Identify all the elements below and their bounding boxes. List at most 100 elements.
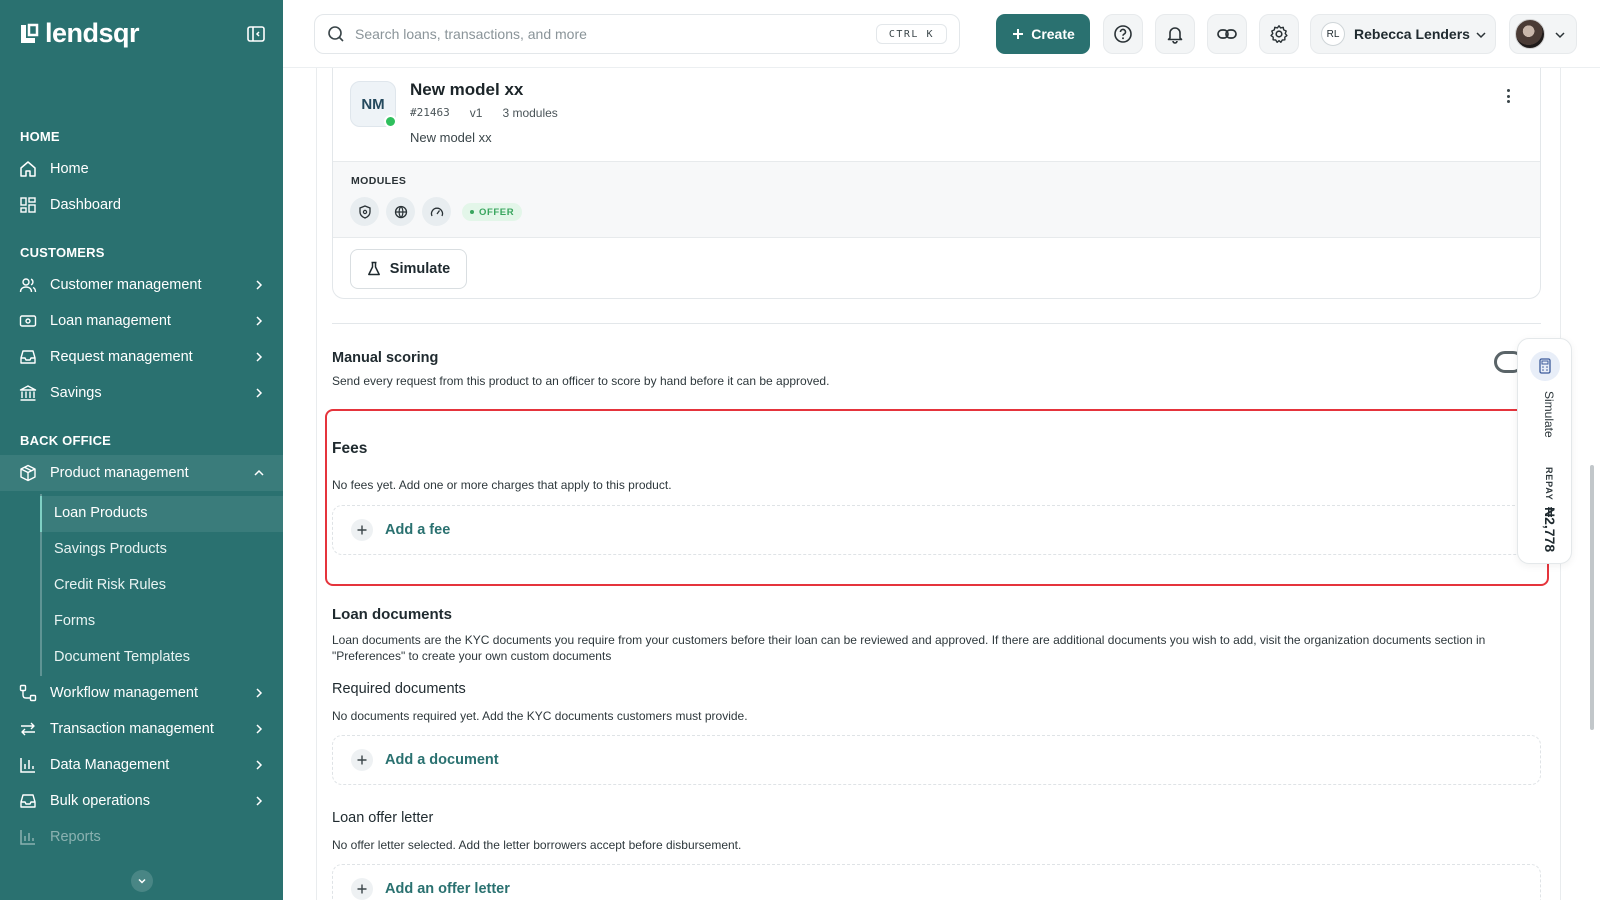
model-modules-count: 3 modules (502, 106, 558, 120)
offer-letter-title: Loan offer letter (332, 810, 434, 826)
dashboard-icon (18, 195, 38, 215)
add-document-button[interactable]: Add a document (332, 735, 1541, 785)
settings-button[interactable] (1259, 14, 1299, 54)
link-icon (1217, 29, 1237, 39)
simulate-button[interactable]: Simulate (350, 249, 467, 289)
loan-documents-description-line2: "Preferences" to create your own custom … (332, 649, 612, 663)
sidebar-item-savings[interactable]: Savings (0, 375, 283, 411)
collapse-sidebar-icon[interactable] (246, 24, 266, 44)
sidebar-subitem-forms[interactable]: Forms (54, 613, 95, 629)
repay-label: REPAY (1544, 467, 1554, 501)
add-offer-letter-label: Add an offer letter (385, 881, 510, 897)
page-scrollbar[interactable] (1590, 465, 1594, 730)
offer-badge: OFFER (462, 203, 523, 221)
help-button[interactable] (1103, 14, 1143, 54)
add-fee-button[interactable]: Add a fee (332, 505, 1541, 555)
bell-icon (1167, 27, 1183, 44)
chevron-right-icon (256, 796, 263, 806)
sidebar: lendsqr HOME Home Dashboard CUSTOMERS Cu… (0, 0, 283, 900)
search-shortcut-hint: CTRL K (875, 24, 947, 44)
offer-badge-label: OFFER (479, 206, 515, 218)
lendsqr-logo[interactable]: lendsqr (19, 18, 140, 49)
sidebar-item-product-management[interactable]: Product management (0, 455, 283, 491)
links-button[interactable] (1207, 14, 1247, 54)
model-version: v1 (469, 106, 483, 120)
section-home: HOME (20, 129, 60, 144)
transfer-icon (18, 719, 38, 739)
sub-nav-active-indicator (40, 496, 42, 532)
sidebar-item-label: Bulk operations (50, 793, 150, 809)
sidebar-item-request-management[interactable]: Request management (0, 339, 283, 375)
user-initials: RL (1321, 22, 1345, 46)
profile-button[interactable] (1509, 14, 1577, 54)
sidebar-subitem-savings-products[interactable]: Savings Products (54, 541, 167, 557)
add-fee-label: Add a fee (385, 522, 451, 538)
bank-icon (18, 383, 38, 403)
chevron-right-icon (256, 280, 263, 290)
required-documents-title: Required documents (332, 681, 466, 697)
scroll-down-button[interactable] (131, 870, 153, 892)
modules-label: MODULES (351, 175, 407, 187)
create-button[interactable]: Create (996, 14, 1090, 54)
offer-dot (470, 210, 474, 214)
shield-icon[interactable] (350, 197, 379, 226)
plus-icon (1013, 29, 1024, 39)
sidebar-item-workflow-management[interactable]: Workflow management (0, 675, 283, 711)
sidebar-item-label: Reports (50, 829, 101, 845)
calculator-icon (1530, 351, 1560, 381)
gauge-icon[interactable] (422, 197, 451, 226)
simulate-panel-label: Simulate (1542, 391, 1556, 438)
chevron-down-icon (1555, 32, 1565, 39)
model-name: New model xx (410, 80, 524, 99)
fees-title: Fees (332, 440, 368, 457)
offer-letter-empty-text: No offer letter selected. Add the letter… (332, 838, 742, 852)
sidebar-item-label: Data Management (50, 757, 170, 773)
user-menu-button[interactable]: RL Rebecca Lenders (1310, 14, 1496, 54)
chevron-down-icon (138, 878, 146, 884)
avatar (1515, 19, 1545, 49)
reports-icon (18, 827, 38, 847)
chevron-right-icon (256, 388, 263, 398)
chevron-right-icon (256, 316, 263, 326)
chevron-up-icon (254, 469, 264, 476)
sidebar-item-reports[interactable]: Reports (0, 819, 283, 855)
sidebar-item-label: Transaction management (50, 721, 214, 737)
create-button-label: Create (1031, 26, 1075, 42)
notifications-button[interactable] (1155, 14, 1195, 54)
sidebar-item-customer-management[interactable]: Customer management (0, 267, 283, 303)
sidebar-item-bulk-operations[interactable]: Bulk operations (0, 783, 283, 819)
sidebar-subitem-document-templates[interactable]: Document Templates (54, 649, 190, 665)
logo-mark-icon (21, 23, 39, 43)
simulate-side-panel[interactable]: Simulate REPAY ₦2,778 (1517, 338, 1572, 564)
sidebar-item-loan-management[interactable]: Loan management (0, 303, 283, 339)
sidebar-item-transaction-management[interactable]: Transaction management (0, 711, 283, 747)
modules-section (333, 161, 1540, 238)
workflow-icon (18, 683, 38, 703)
required-documents-empty-text: No documents required yet. Add the KYC d… (332, 709, 748, 723)
sidebar-subitem-loan-products[interactable]: Loan Products (54, 505, 148, 521)
model-description: New model xx (410, 130, 492, 145)
model-meta: #21463 v1 3 modules (410, 106, 558, 120)
search-input[interactable] (355, 26, 855, 42)
sidebar-subitem-credit-risk-rules[interactable]: Credit Risk Rules (54, 577, 166, 593)
more-options-icon[interactable] (1500, 86, 1516, 106)
sidebar-item-label: Request management (50, 349, 193, 365)
sidebar-item-data-management[interactable]: Data Management (0, 747, 283, 783)
sidebar-item-home[interactable]: Home (0, 151, 283, 187)
status-online-dot (384, 115, 397, 128)
box-icon (18, 463, 38, 483)
chevron-right-icon (256, 760, 263, 770)
plus-icon (351, 749, 373, 771)
top-bar: CTRL K Create RL Rebecca Lenders (283, 0, 1600, 68)
sidebar-item-dashboard[interactable]: Dashboard (0, 187, 283, 223)
add-offer-letter-button[interactable]: Add an offer letter (332, 864, 1541, 900)
manual-scoring-description: Send every request from this product to … (332, 374, 830, 388)
search-bar[interactable]: CTRL K (314, 14, 960, 54)
loan-documents-description-line1: Loan documents are the KYC documents you… (332, 633, 1486, 647)
globe-icon[interactable] (386, 197, 415, 226)
help-icon (1114, 25, 1132, 43)
tray-icon (18, 791, 38, 811)
sidebar-item-label: Loan management (50, 313, 171, 329)
model-id: #21463 (410, 106, 450, 119)
user-name: Rebecca Lenders (1354, 26, 1470, 42)
